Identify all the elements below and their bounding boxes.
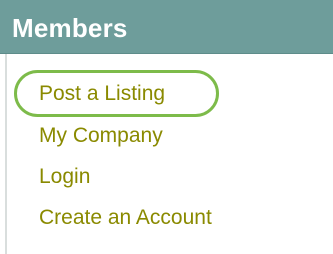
menu-item-create-an-account[interactable]: Create an Account <box>39 203 212 233</box>
menu-item-post-a-listing[interactable]: Post a Listing <box>39 79 165 109</box>
menu-item-my-company[interactable]: My Company <box>39 121 163 151</box>
menu-item-login[interactable]: Login <box>39 162 90 192</box>
members-menu: Post a Listing My Company Login Create a… <box>0 0 333 254</box>
members-panel: Members Post a Listing My Company Login … <box>0 0 333 254</box>
